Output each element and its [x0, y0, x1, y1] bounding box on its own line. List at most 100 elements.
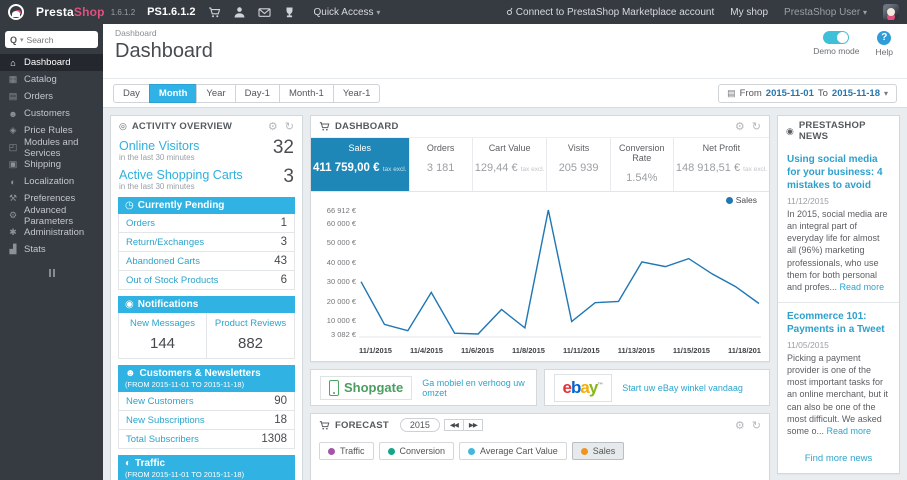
cell-label[interactable]: Product Reviews	[209, 318, 292, 329]
marketplace-link[interactable]: ☌ Connect to PrestaShop Marketplace acco…	[506, 7, 714, 18]
from-date: 2015-11-01	[766, 88, 814, 99]
kpi-tab-sales[interactable]: Sales411 759,00 € tax excl.	[311, 138, 410, 191]
sidebar-item-stats[interactable]: ▟Stats	[0, 241, 103, 258]
dashboard-icon: ⌂	[8, 58, 18, 68]
cart-icon[interactable]	[208, 6, 221, 19]
row-label[interactable]: Abandoned Carts	[126, 256, 200, 267]
kpi-tab-conversion-rate[interactable]: Conversion Rate1.54%	[611, 138, 674, 191]
next-year-button[interactable]: ▶▶	[463, 419, 483, 431]
table-row[interactable]: Total Subscribers1308	[119, 429, 294, 448]
ebay-banner[interactable]: ebay™ Start uw eBay winkel vandaag	[544, 369, 771, 406]
row-value: 43	[274, 255, 287, 267]
refresh-icon[interactable]: ↻	[285, 120, 294, 133]
ebay-logo: ebay™	[563, 378, 604, 398]
shopgate-link[interactable]: Ga mobiel en verhoog uw omzet	[422, 378, 526, 398]
range-button-year-1[interactable]: Year-1	[333, 84, 381, 103]
sidebar-item-localization[interactable]: ◐Localization	[0, 173, 103, 190]
sidebar-collapse-button[interactable]	[0, 264, 103, 282]
notification-cell[interactable]: New Messages144	[119, 313, 206, 358]
trophy-icon[interactable]	[283, 6, 296, 19]
stat-label-link[interactable]: Online Visitors	[119, 139, 294, 153]
range-button-year[interactable]: Year	[196, 84, 235, 103]
help-icon[interactable]: ?	[877, 31, 891, 45]
range-button-day[interactable]: Day	[113, 84, 150, 103]
table-row[interactable]: Out of Stock Products6	[119, 270, 294, 289]
table-row[interactable]: Return/Exchanges3	[119, 232, 294, 251]
refresh-icon[interactable]: ↻	[752, 419, 761, 432]
sidebar-item-catalog[interactable]: ▦Catalog	[0, 71, 103, 88]
find-more-news-link[interactable]: Find more news	[778, 446, 899, 473]
article-title[interactable]: Ecommerce 101: Payments in a Tweet	[787, 310, 890, 336]
forecast-legend-traffic[interactable]: Traffic	[319, 442, 374, 460]
shopgate-banner[interactable]: Shopgate Ga mobiel en verhoog uw omzet	[310, 369, 537, 406]
user-menu[interactable]: PrestaShop User ▾	[784, 7, 867, 18]
range-button-day-1[interactable]: Day-1	[235, 84, 280, 103]
row-label[interactable]: Orders	[126, 218, 155, 229]
previous-year-button[interactable]: ◀◀	[444, 419, 464, 431]
table-row[interactable]: Abandoned Carts 43	[119, 251, 294, 270]
table-row[interactable]: New Subscriptions 18	[119, 410, 294, 429]
row-label[interactable]: Total Subscribers	[126, 434, 199, 445]
quick-access-menu[interactable]: Quick Access ▾	[314, 7, 381, 18]
breadcrumb[interactable]: Dashboard	[115, 28, 895, 38]
caret-down-icon[interactable]: ▾	[20, 36, 24, 44]
row-label[interactable]: Out of Stock Products	[126, 275, 218, 286]
y-tick-label: 50 000 €	[327, 238, 356, 247]
section-header: ◐Traffic(FROM 2015-11-01 TO 2015-11-18)	[118, 455, 295, 480]
row-value: 18	[274, 414, 287, 426]
kpi-tabs: Sales411 759,00 € tax excl.Orders3 181Ca…	[311, 137, 769, 192]
range-button-month-1[interactable]: Month-1	[279, 84, 334, 103]
kpi-tab-visits[interactable]: Visits205 939	[547, 138, 610, 191]
customers-topbar-icon[interactable]	[233, 6, 246, 19]
cell-label[interactable]: New Messages	[121, 318, 204, 329]
forecast-legend-conversion[interactable]: Conversion	[379, 442, 455, 460]
messages-icon[interactable]	[258, 6, 271, 19]
chart-legend[interactable]: Sales	[726, 195, 757, 205]
sidebar-item-shipping[interactable]: ▣Shipping	[0, 156, 103, 173]
gear-icon[interactable]: ⚙	[735, 419, 745, 432]
refresh-icon[interactable]: ↻	[752, 120, 761, 133]
stat-label-link[interactable]: Active Shopping Carts	[119, 168, 294, 182]
legend-dot	[468, 448, 475, 455]
notification-cell[interactable]: Product Reviews882	[206, 313, 294, 358]
shop-name[interactable]: PS1.6.1.2	[147, 6, 195, 18]
forecast-legend-average-cart-value[interactable]: Average Cart Value	[459, 442, 567, 460]
legend-dot	[388, 448, 395, 455]
article-title[interactable]: Using social media for your business: 4 …	[787, 153, 890, 192]
sidebar-item-advanced-parameters[interactable]: ⚙Advanced Parameters	[0, 207, 103, 224]
gear-icon[interactable]: ⚙	[735, 120, 745, 133]
sidebar-item-dashboard[interactable]: ⌂Dashboard	[0, 54, 103, 71]
row-label[interactable]: Return/Exchanges	[126, 237, 204, 248]
search-input[interactable]	[27, 35, 87, 45]
caret-down-icon: ▾	[863, 8, 867, 17]
row-label[interactable]: New Customers	[126, 396, 194, 407]
forecast-legend-sales[interactable]: Sales	[572, 442, 625, 460]
read-more-link[interactable]: Read more	[840, 282, 885, 292]
forecast-year-badge[interactable]: 2015	[400, 418, 440, 432]
gear-icon[interactable]: ⚙	[268, 120, 278, 133]
user-avatar[interactable]	[883, 4, 899, 20]
read-more-link[interactable]: Read more	[827, 426, 872, 436]
range-button-month[interactable]: Month	[149, 84, 198, 103]
news-article[interactable]: Ecommerce 101: Payments in a Tweet11/05/…	[778, 303, 899, 446]
sidebar-item-administration[interactable]: ✱Administration	[0, 224, 103, 241]
sidebar-item-label: Preferences	[24, 193, 75, 204]
table-row[interactable]: Orders1	[119, 214, 294, 232]
activity-section-customers-newsletters: ☻Customers & Newsletters(FROM 2015-11-01…	[118, 365, 295, 449]
demo-mode-toggle[interactable]	[823, 31, 849, 44]
row-label[interactable]: New Subscriptions	[126, 415, 205, 426]
date-range-picker[interactable]: ▤ From2015-11-01 To2015-11-18 ▾	[718, 84, 897, 103]
legend-label: Sales	[593, 446, 616, 456]
ebay-link[interactable]: Start uw eBay winkel vandaag	[622, 383, 743, 393]
my-shop-link[interactable]: My shop	[730, 7, 768, 18]
kpi-tab-orders[interactable]: Orders3 181	[410, 138, 473, 191]
kpi-tab-net-profit[interactable]: Net Profit148 918,51 € tax excl.	[674, 138, 769, 191]
sidebar-item-orders[interactable]: ▤Orders	[0, 88, 103, 105]
table-row[interactable]: New Customers90	[119, 392, 294, 410]
date-range-button-group: DayMonthYearDay-1Month-1Year-1	[113, 84, 380, 103]
news-article[interactable]: Using social media for your business: 4 …	[778, 146, 899, 303]
sidebar-search[interactable]: Q ▾	[5, 31, 98, 48]
sidebar-item-modules-and-services[interactable]: ◰Modules and Services	[0, 139, 103, 156]
kpi-tab-cart-value[interactable]: Cart Value129,44 € tax excl.	[473, 138, 548, 191]
sidebar-item-customers[interactable]: ☻Customers	[0, 105, 103, 122]
